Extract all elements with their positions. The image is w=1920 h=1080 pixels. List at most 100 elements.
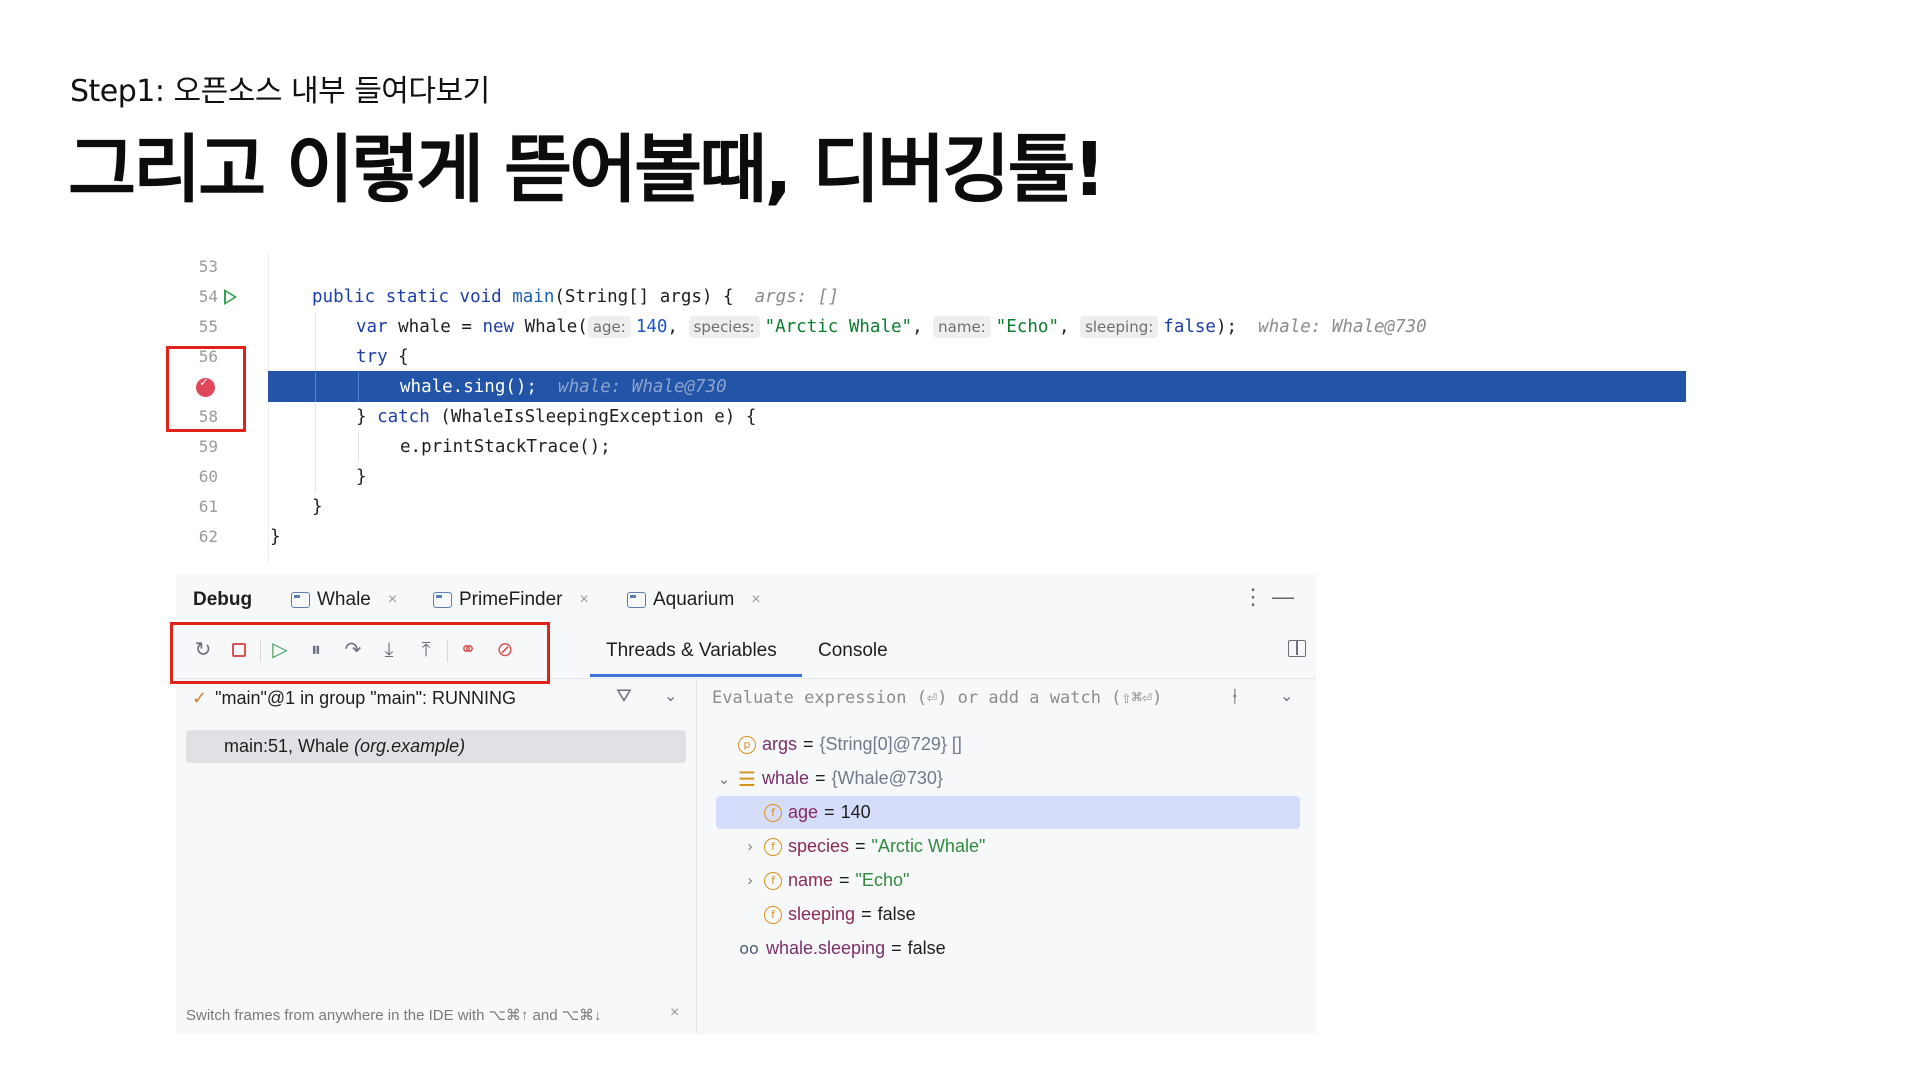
code-text: } xyxy=(270,527,281,547)
check-icon: ✓ xyxy=(192,688,208,708)
indent-guide xyxy=(315,342,316,372)
code-line[interactable]: 60 } xyxy=(176,462,1516,492)
code-line[interactable]: 54 public static void main(String[] args… xyxy=(176,282,1516,312)
param-hint: sleeping: xyxy=(1080,316,1159,338)
debug-title: Debug xyxy=(193,589,253,610)
breakpoint-annotation-box xyxy=(166,346,246,432)
close-icon[interactable]: × xyxy=(751,591,760,609)
chevron-down-icon[interactable]: ⌄ xyxy=(1280,686,1293,706)
variable-row[interactable]: › f species = "Arctic Whale" xyxy=(716,830,1216,863)
tab-aquarium[interactable]: Aquarium × xyxy=(627,589,761,611)
watch-expression: whale.sleeping xyxy=(766,938,886,958)
thread-selector[interactable]: ✓ "main"@1 in group "main": RUNNING xyxy=(192,688,516,709)
code-text: try { xyxy=(356,347,409,367)
run-config-icon xyxy=(291,592,310,608)
toolbar-annotation-box xyxy=(170,622,550,684)
code-text: whale.sing(); whale: Whale@730 xyxy=(400,377,727,397)
tab-label: Whale xyxy=(317,589,371,610)
field-icon: f xyxy=(764,905,782,924)
code-line[interactable]: 55 var whale = new Whale(age: 140, specie… xyxy=(176,312,1516,342)
chevron-right-icon[interactable]: › xyxy=(742,838,758,855)
chevron-down-icon[interactable]: ⌄ xyxy=(716,770,732,788)
variable-name: whale xyxy=(762,768,810,788)
more-options-icon[interactable]: ⋮ xyxy=(1242,584,1264,610)
pane-splitter[interactable] xyxy=(696,678,697,1034)
current-execution-line[interactable]: whale.sing(); whale: Whale@730 xyxy=(176,371,1686,402)
variable-name: sleeping xyxy=(788,904,856,924)
chevron-down-icon[interactable]: ⌄ xyxy=(664,686,677,706)
variable-name: name xyxy=(788,870,834,890)
indent-guide xyxy=(315,312,316,342)
filter-icon[interactable]: ⛛ xyxy=(616,686,632,708)
line-number: 62 xyxy=(198,527,218,546)
code-editor[interactable]: 53 54 public static void main(String[] a… xyxy=(176,252,1686,564)
parameter-icon: p xyxy=(738,735,756,754)
param-hint: age: xyxy=(587,316,631,338)
variable-row[interactable]: › f name = "Echo" xyxy=(716,864,1216,897)
minimize-icon[interactable]: — xyxy=(1272,584,1294,610)
variable-row-selected[interactable]: f age = 140 xyxy=(716,796,1300,829)
code-line[interactable]: 61 } xyxy=(176,492,1516,522)
watch-row[interactable]: oo whale.sleeping = false xyxy=(716,932,1216,965)
code-line[interactable]: 62 } xyxy=(176,522,1516,552)
add-watch-icon[interactable]: ⍿ xyxy=(1232,684,1238,710)
code-text: } catch (WhaleIsSleepingException e) { xyxy=(356,407,757,427)
variable-row[interactable]: ⌄ ☰ whale = {Whale@730} xyxy=(716,762,1216,795)
close-icon[interactable]: × xyxy=(388,591,397,609)
tab-console[interactable]: Console xyxy=(818,640,888,662)
layout-settings-icon[interactable] xyxy=(1288,640,1306,657)
field-icon: f xyxy=(764,871,782,890)
variable-value: {Whale@730} xyxy=(831,768,943,788)
variable-value: false xyxy=(877,904,916,924)
code-line[interactable]: 58 } catch (WhaleIsSleepingException e) … xyxy=(176,402,1516,432)
tab-primefinder[interactable]: PrimeFinder × xyxy=(433,589,589,611)
variable-name: species xyxy=(788,836,850,856)
tab-label: PrimeFinder xyxy=(459,589,563,610)
code-line[interactable]: 59 e.printStackTrace(); xyxy=(176,432,1516,462)
line-number: 60 xyxy=(198,467,218,486)
tab-whale[interactable]: Whale × xyxy=(291,589,397,611)
variable-value: "Echo" xyxy=(855,870,910,890)
close-icon[interactable]: × xyxy=(670,1004,679,1022)
run-config-icon xyxy=(433,592,452,608)
field-icon: f xyxy=(764,803,782,822)
code-line[interactable]: 56 try { xyxy=(176,342,1516,372)
variable-row[interactable]: f sleeping = false xyxy=(716,898,1216,931)
indent-guide xyxy=(315,462,316,492)
evaluate-expression-input[interactable]: Evaluate expression (⏎) or add a watch (… xyxy=(712,688,1162,708)
run-gutter-icon[interactable] xyxy=(224,289,237,305)
indent-guide xyxy=(315,432,316,462)
variable-value: 140 xyxy=(840,802,871,822)
code-line[interactable]: 53 xyxy=(176,252,1516,282)
variable-value: {String[0]@729} [] xyxy=(819,734,962,754)
tab-threads-variables[interactable]: Threads & Variables xyxy=(606,640,777,662)
line-number: 55 xyxy=(198,317,218,336)
code-text: public static void main(String[] args) {… xyxy=(312,287,839,307)
line-number: 61 xyxy=(198,497,218,516)
line-number: 54 xyxy=(198,287,218,306)
stack-frame-row[interactable]: main:51, Whale (org.example) xyxy=(186,730,686,763)
active-subtab-indicator xyxy=(590,674,802,677)
indent-guide xyxy=(315,372,316,402)
variable-value: "Arctic Whale" xyxy=(871,836,986,856)
object-icon: ☰ xyxy=(738,766,756,791)
debug-tab-bar: Debug Whale × PrimeFinder × Aquarium × ⋮… xyxy=(176,574,1316,625)
indent-guide xyxy=(358,372,359,402)
close-icon[interactable]: × xyxy=(579,591,588,609)
watch-value: false xyxy=(907,938,946,958)
slide-step-label: Step1: 오픈소스 내부 들여다보기 xyxy=(70,74,490,109)
slide-headline: 그리고 이렇게 뜯어볼때, 디버깅툴! xyxy=(68,127,1106,213)
switch-frames-hint: Switch frames from anywhere in the IDE w… xyxy=(186,1007,602,1024)
code-text: } xyxy=(356,467,367,487)
variable-name: args xyxy=(762,734,798,754)
variable-row[interactable]: p args = {String[0]@729} [] xyxy=(716,728,1216,761)
code-text: } xyxy=(312,497,323,517)
param-hint: species: xyxy=(688,316,760,338)
inline-value: whale: Whale@730 xyxy=(558,377,727,397)
code-text: e.printStackTrace(); xyxy=(400,437,611,457)
field-icon: f xyxy=(764,837,782,856)
inline-value: whale: Whale@730 xyxy=(1258,317,1427,337)
code-text: var whale = new Whale(age: 140, species: "… xyxy=(356,316,1427,338)
chevron-right-icon[interactable]: › xyxy=(742,872,758,889)
run-config-icon xyxy=(627,592,646,608)
